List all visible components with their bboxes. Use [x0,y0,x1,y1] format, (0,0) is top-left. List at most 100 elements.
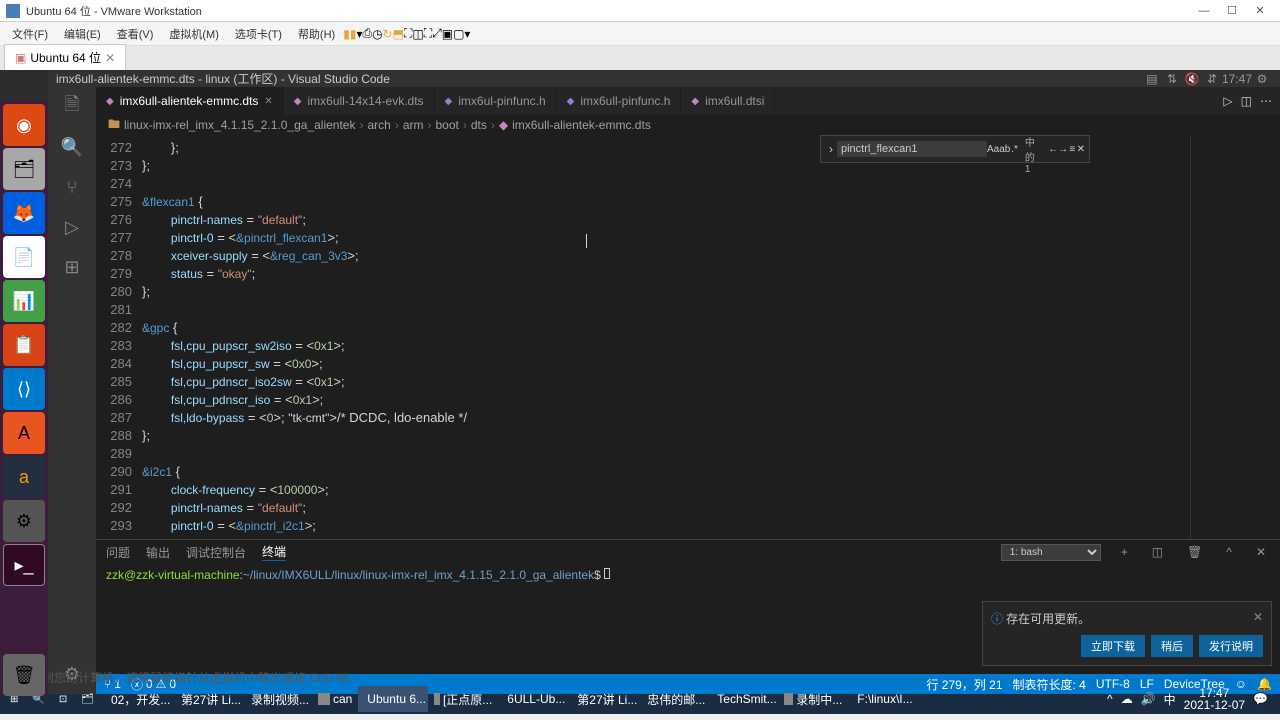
breadcrumb[interactable]: 🖿 linux-imx-rel_imx_4.1.15_2.1.0_ga_alie… [96,115,1280,135]
panel-tab-debug[interactable]: 调试控制台 [186,544,246,561]
release-notes-button[interactable]: 发行说明 [1199,635,1263,657]
regex-icon[interactable]: .* [1010,140,1018,158]
close-icon[interactable]: ✕ [264,96,272,107]
firefox-icon[interactable]: 🦊 [3,192,45,234]
tab-pinfunc-h[interactable]: ◆imx6ul-pinfunc.h [435,87,557,115]
minimize-button[interactable]: — [1190,1,1218,21]
git-icon[interactable]: ⑂ [60,175,84,199]
status-line-col[interactable]: 行 279，列 21 [926,676,1002,693]
new-terminal-icon[interactable]: + [1117,545,1132,559]
taskbar-item[interactable]: Ubuntu 6... [358,686,428,712]
writer-icon[interactable]: 📄 [3,236,45,278]
tab-dtsi[interactable]: ◆imx6ull.dtsi [681,87,775,115]
taskbar-item[interactable]: [正点原... [428,686,498,712]
system-tray[interactable]: ^ ☁ 🔊 中 17:47 2021-12-07 💬 [1099,687,1276,711]
trash-icon[interactable]: 🗑 [1183,545,1206,559]
code-editor[interactable]: 2722732742752762772782792802812822832842… [96,135,1190,539]
panel-tab-terminal[interactable]: 终端 [262,543,286,561]
sync-icon[interactable]: ⇅ [1162,72,1182,86]
more-icon[interactable]: ⋯ [1260,94,1272,108]
tab-emmc-dts[interactable]: ◆imx6ull-alientek-emmc.dts✕ [96,87,284,115]
tray-clock[interactable]: 17:47 2021-12-07 [1184,687,1245,711]
menu-vm[interactable]: 虚拟机(M) [161,26,227,42]
taskbar-item[interactable]: TechSmit... [708,686,778,712]
vscode-icon[interactable]: ⟨⟩ [3,368,45,410]
tray-up-icon[interactable]: ^ [1107,692,1113,706]
manage-icon[interactable]: ⬒ [393,27,404,41]
impress-icon[interactable]: 📋 [3,324,45,366]
taskview-icon[interactable]: ⊡ [53,686,73,712]
case-icon[interactable]: Aa [987,140,999,158]
terminal-select[interactable]: 1: bash [1001,544,1101,561]
minimap[interactable] [1190,135,1280,539]
fit-icon[interactable]: ⛶ [404,26,412,41]
menu-help[interactable]: 帮助(H) [290,26,343,42]
tray-cloud-icon[interactable]: ☁ [1121,692,1133,706]
settings-icon[interactable]: ⚙ [3,500,45,542]
notifications-icon[interactable]: 💬 [1253,692,1268,706]
find-input[interactable] [837,141,987,157]
vmware-tab-ubuntu[interactable]: ▣ Ubuntu 64 位 ✕ [4,44,126,70]
menu-view[interactable]: 查看(V) [109,26,162,42]
taskbar-item[interactable]: F:\linux\I... [848,686,918,712]
revert-icon[interactable]: ↻ [383,27,393,41]
panel-tab-output[interactable]: 输出 [146,544,170,561]
menu-edit[interactable]: 编辑(E) [56,26,109,42]
sound-icon[interactable]: 🔇 [1182,72,1202,86]
taskbar-item[interactable]: 录制中... [778,686,848,712]
close-icon[interactable]: ✕ [1252,545,1270,559]
close-button[interactable]: ✕ [1246,1,1274,21]
clock-icon[interactable]: ◷ [372,27,382,41]
close-icon[interactable]: ✕ [105,51,115,65]
menu-tabs[interactable]: 选项卡(T) [227,26,290,42]
menu-file[interactable]: 文件(F) [4,26,56,42]
tab-evk-dts[interactable]: ◆imx6ull-14x14-evk.dts [284,87,435,115]
snapshot-icon[interactable]: ⎙ [362,26,372,41]
trash-icon[interactable]: 🗑 [3,654,45,696]
terminal-icon[interactable]: ▸_ [3,544,45,586]
extensions-icon[interactable]: ⊞ [60,255,84,279]
terminal[interactable]: zzk@zzk-virtual-machine:~/linux/IMX6ULL/… [96,564,1280,674]
files-icon[interactable]: 🗂 [3,148,45,190]
more-icon[interactable]: ▢▾ [453,27,470,41]
run-icon[interactable]: ▷ [1223,94,1232,108]
split-terminal-icon[interactable]: ◫ [1148,545,1167,559]
split-icon[interactable]: ◫ [1241,94,1252,108]
tray-sound-icon[interactable]: 🔊 [1141,692,1156,706]
status-indent[interactable]: 制表符长度: 4 [1013,676,1086,693]
unity-icon[interactable]: ◫ [412,27,423,41]
maximize-icon[interactable]: ^ [1222,545,1236,559]
close-icon[interactable]: ✕ [1253,610,1263,624]
taskbar-item[interactable]: 第27讲 Li... [172,686,242,712]
fullscreen-icon[interactable]: ⛶ [424,26,432,41]
panel-tab-problems[interactable]: 问题 [106,544,130,561]
maximize-button[interactable]: ☐ [1218,1,1246,21]
tab-pinfunc2-h[interactable]: ◆imx6ull-pinfunc.h [557,87,682,115]
selection-icon[interactable]: ≡ [1068,140,1076,158]
code-content[interactable]: }; }; &flexcan1 { pinctrl-names = "defau… [142,135,1190,539]
gear-icon[interactable]: ⚙ [1252,72,1272,86]
software-icon[interactable]: A [3,412,45,454]
download-button[interactable]: 立即下载 [1081,635,1145,657]
taskbar-item[interactable]: can [312,686,358,712]
chevron-right-icon[interactable]: › [825,142,837,156]
network-icon[interactable]: ⇵ [1202,72,1222,86]
tray-ime-icon[interactable]: 中 [1164,691,1176,708]
later-button[interactable]: 稍后 [1151,635,1193,657]
close-icon[interactable]: ✕ [1077,140,1085,158]
stretch-icon[interactable]: ⤢ [432,26,442,41]
taskbar-item[interactable]: 录制视频... [242,686,312,712]
prev-icon[interactable]: ← [1048,140,1058,158]
taskbar-item[interactable]: 6ULL-Ub... [498,686,568,712]
taskbar-item[interactable]: 02，开发... [102,686,172,712]
next-icon[interactable]: → [1058,140,1068,158]
taskbar-item[interactable]: 第27讲 Li... [568,686,638,712]
calc-icon[interactable]: 📊 [3,280,45,322]
pause-icon[interactable]: ▮▮ [343,27,356,41]
panel-icon[interactable]: ▤ [1142,72,1162,86]
explorer-icon[interactable]: 🗂 [75,686,100,712]
dash-icon[interactable]: ◉ [3,104,45,146]
amazon-icon[interactable]: a [3,456,45,498]
device-icon[interactable]: ▣ [442,27,453,41]
word-icon[interactable]: ab [999,140,1010,158]
